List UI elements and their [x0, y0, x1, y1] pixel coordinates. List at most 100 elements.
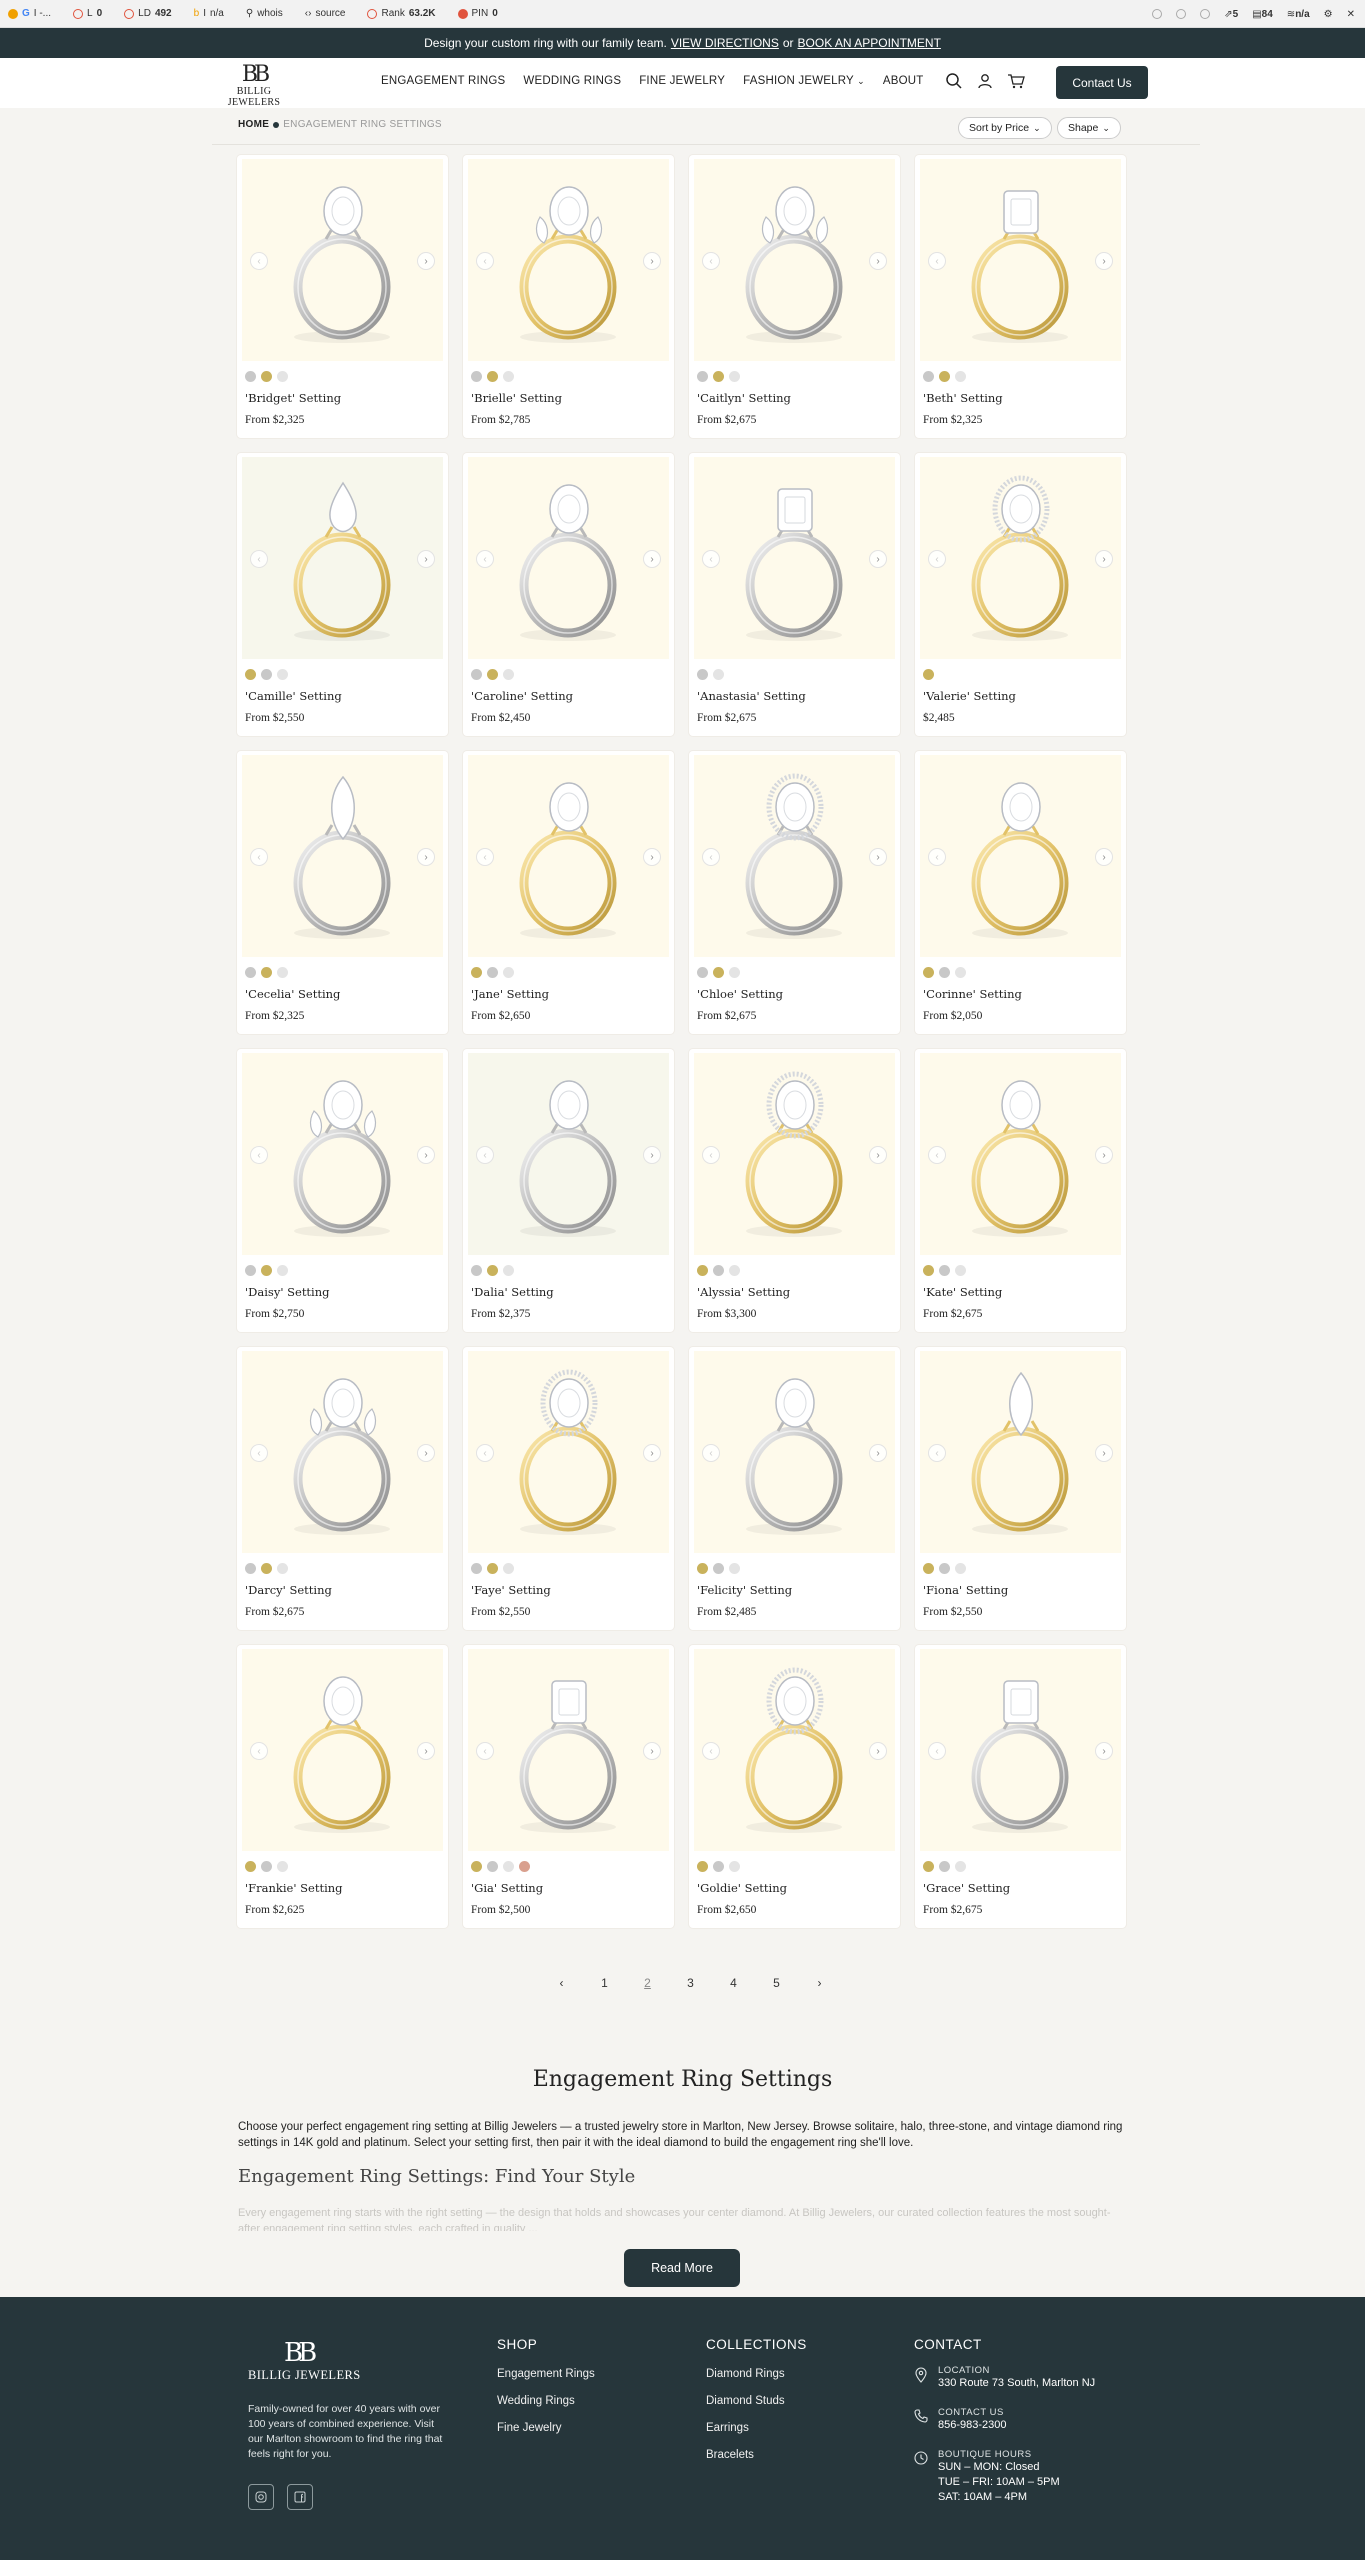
- swatch-yellow-gold[interactable]: [261, 371, 272, 382]
- page-5-button[interactable]: 5: [755, 1976, 798, 1990]
- swatch-platinum[interactable]: [729, 967, 740, 978]
- swatch-yellow-gold[interactable]: [697, 1265, 708, 1276]
- swatch-white-gold[interactable]: [245, 1563, 256, 1574]
- close-icon[interactable]: ✕: [1347, 9, 1355, 20]
- toolbar-item[interactable]: ▤84: [1252, 9, 1273, 20]
- toolbar-item[interactable]: b In/a: [194, 8, 224, 19]
- product-card[interactable]: ‹ › 'Caitlyn' Setting From $2,675: [689, 155, 900, 438]
- product-card[interactable]: ‹ › 'Goldie' Setting From $2,650: [689, 1645, 900, 1928]
- swatch-white-gold[interactable]: [245, 1265, 256, 1276]
- carousel-prev-icon[interactable]: ‹: [250, 1742, 268, 1760]
- product-name[interactable]: 'Grace' Setting: [923, 1881, 1010, 1895]
- swatch-yellow-gold[interactable]: [487, 669, 498, 680]
- swatch-platinum[interactable]: [503, 669, 514, 680]
- product-card[interactable]: ‹ › 'Dalia' Setting From $2,375: [463, 1049, 674, 1332]
- product-image[interactable]: ‹ ›: [694, 1351, 895, 1553]
- carousel-prev-icon[interactable]: ‹: [250, 1146, 268, 1164]
- product-name[interactable]: 'Dalia' Setting: [471, 1285, 554, 1299]
- search-icon[interactable]: [945, 72, 963, 90]
- carousel-prev-icon[interactable]: ‹: [702, 848, 720, 866]
- prev-page-button[interactable]: ‹: [540, 1976, 583, 1990]
- footer-link-wedding-rings[interactable]: Wedding Rings: [497, 2395, 595, 2407]
- swatch-white-gold[interactable]: [487, 1861, 498, 1872]
- product-name[interactable]: 'Bridget' Setting: [245, 391, 341, 405]
- carousel-prev-icon[interactable]: ‹: [250, 1444, 268, 1462]
- swatch-yellow-gold[interactable]: [487, 1265, 498, 1276]
- product-name[interactable]: 'Jane' Setting: [471, 987, 549, 1001]
- product-name[interactable]: 'Daisy' Setting: [245, 1285, 330, 1299]
- toolbar-item[interactable]: LD 492: [124, 8, 172, 19]
- swatch-yellow-gold[interactable]: [713, 967, 724, 978]
- carousel-prev-icon[interactable]: ‹: [250, 550, 268, 568]
- carousel-next-icon[interactable]: ›: [1095, 1742, 1113, 1760]
- carousel-prev-icon[interactable]: ‹: [250, 252, 268, 270]
- product-card[interactable]: ‹ › 'Chloe' Setting From $2,675: [689, 751, 900, 1034]
- carousel-prev-icon[interactable]: ‹: [928, 1444, 946, 1462]
- product-name[interactable]: 'Caroline' Setting: [471, 689, 573, 703]
- product-card[interactable]: ‹ › 'Gia' Setting From $2,500: [463, 1645, 674, 1928]
- swatch-white-gold[interactable]: [713, 1861, 724, 1872]
- carousel-prev-icon[interactable]: ‹: [702, 550, 720, 568]
- carousel-next-icon[interactable]: ›: [1095, 550, 1113, 568]
- carousel-next-icon[interactable]: ›: [643, 848, 661, 866]
- footer-link-fine-jewelry[interactable]: Fine Jewelry: [497, 2422, 595, 2434]
- product-card[interactable]: ‹ › 'Alyssia' Setting From $3,300: [689, 1049, 900, 1332]
- swatch-platinum[interactable]: [729, 1563, 740, 1574]
- swatch-yellow-gold[interactable]: [697, 1563, 708, 1574]
- swatch-white-gold[interactable]: [471, 371, 482, 382]
- swatch-white-gold[interactable]: [697, 669, 708, 680]
- breadcrumb-home[interactable]: HOME: [238, 119, 269, 130]
- swatch-white-gold[interactable]: [939, 967, 950, 978]
- cart-icon[interactable]: [1007, 73, 1025, 89]
- swatch-yellow-gold[interactable]: [261, 1563, 272, 1574]
- swatch-platinum[interactable]: [277, 371, 288, 382]
- product-name[interactable]: 'Alyssia' Setting: [697, 1285, 790, 1299]
- product-card[interactable]: ‹ › 'Cecelia' Setting From $2,325: [237, 751, 448, 1034]
- carousel-next-icon[interactable]: ›: [869, 848, 887, 866]
- toolbar-item[interactable]: ⇗5: [1224, 9, 1238, 20]
- product-image[interactable]: ‹ ›: [242, 159, 443, 361]
- swatch-platinum[interactable]: [277, 1861, 288, 1872]
- swatch-rose-gold[interactable]: [519, 1861, 530, 1872]
- swatch-yellow-gold[interactable]: [923, 1265, 934, 1276]
- footer-link-engagement-rings[interactable]: Engagement Rings: [497, 2368, 595, 2380]
- swatch-yellow-gold[interactable]: [923, 967, 934, 978]
- carousel-next-icon[interactable]: ›: [869, 1742, 887, 1760]
- swatch-yellow-gold[interactable]: [487, 1563, 498, 1574]
- carousel-prev-icon[interactable]: ‹: [476, 848, 494, 866]
- product-name[interactable]: 'Chloe' Setting: [697, 987, 783, 1001]
- product-card[interactable]: ‹ › 'Bridget' Setting From $2,325: [237, 155, 448, 438]
- product-card[interactable]: ‹ › 'Grace' Setting From $2,675: [915, 1645, 1126, 1928]
- carousel-next-icon[interactable]: ›: [417, 1146, 435, 1164]
- swatch-white-gold[interactable]: [939, 1861, 950, 1872]
- read-more-button[interactable]: Read More: [624, 2249, 740, 2287]
- swatch-white-gold[interactable]: [713, 1563, 724, 1574]
- product-card[interactable]: ‹ › 'Camille' Setting From $2,550: [237, 453, 448, 736]
- swatch-platinum[interactable]: [503, 1563, 514, 1574]
- product-image[interactable]: ‹ ›: [468, 1649, 669, 1851]
- carousel-prev-icon[interactable]: ‹: [928, 1146, 946, 1164]
- swatch-platinum[interactable]: [955, 1265, 966, 1276]
- swatch-white-gold[interactable]: [261, 1861, 272, 1872]
- toolbar-item[interactable]: ‹› source: [305, 8, 346, 19]
- product-image[interactable]: ‹ ›: [694, 457, 895, 659]
- nav-fine-jewelry[interactable]: FINE JEWELRY: [639, 75, 725, 87]
- swatch-platinum[interactable]: [277, 1563, 288, 1574]
- gear-icon[interactable]: ⚙: [1324, 9, 1333, 20]
- swatch-yellow-gold[interactable]: [261, 967, 272, 978]
- product-card[interactable]: ‹ › 'Felicity' Setting From $2,485: [689, 1347, 900, 1630]
- swatch-platinum[interactable]: [729, 1861, 740, 1872]
- swatch-platinum[interactable]: [503, 967, 514, 978]
- carousel-next-icon[interactable]: ›: [1095, 252, 1113, 270]
- swatch-platinum[interactable]: [955, 1563, 966, 1574]
- product-card[interactable]: ‹ › 'Faye' Setting From $2,550: [463, 1347, 674, 1630]
- carousel-prev-icon[interactable]: ‹: [476, 252, 494, 270]
- logo[interactable]: BB BILLIG JEWELERS: [212, 64, 296, 109]
- carousel-next-icon[interactable]: ›: [643, 1444, 661, 1462]
- next-page-button[interactable]: ›: [798, 1976, 841, 1990]
- swatch-white-gold[interactable]: [939, 1563, 950, 1574]
- footer-link-earrings[interactable]: Earrings: [706, 2422, 807, 2434]
- nav-fashion-jewelry[interactable]: FASHION JEWELRY ⌄: [743, 75, 865, 87]
- product-name[interactable]: 'Darcy' Setting: [245, 1583, 332, 1597]
- carousel-next-icon[interactable]: ›: [869, 1444, 887, 1462]
